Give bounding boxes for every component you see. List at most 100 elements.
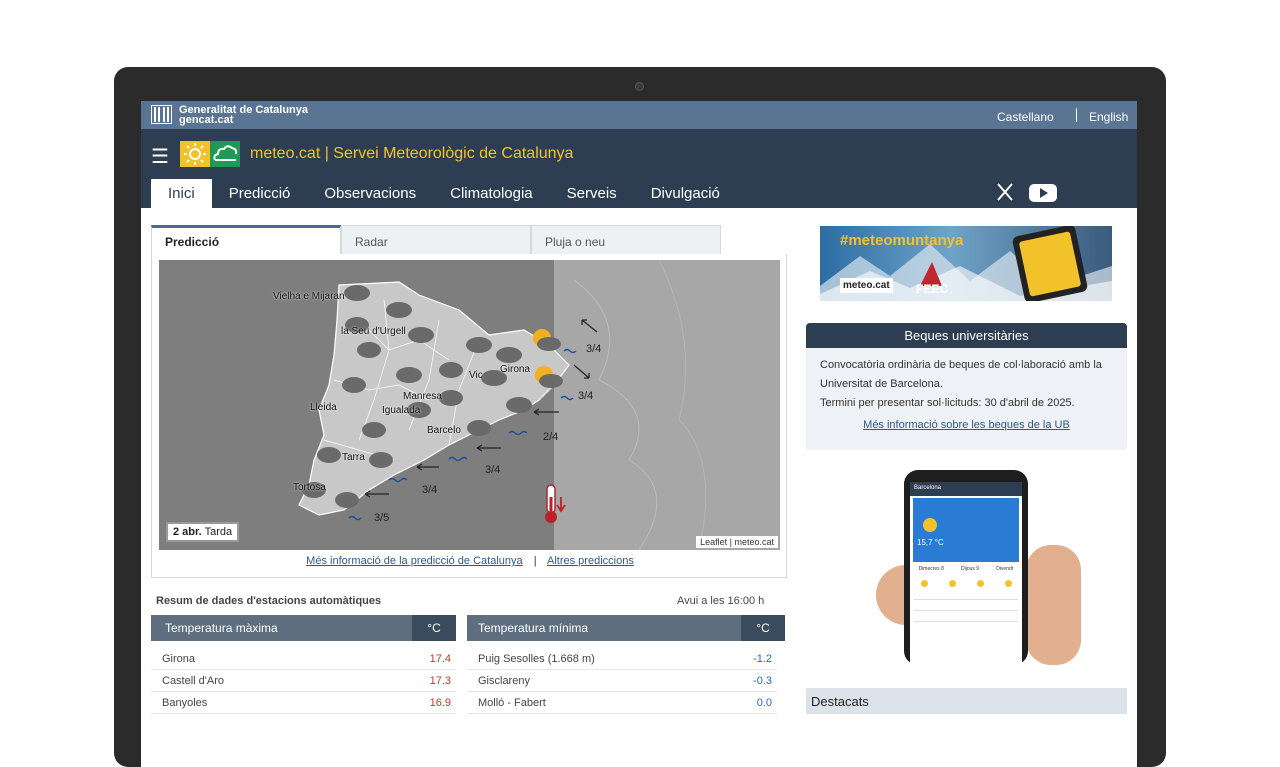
phone-day: Dimecres 8 [918,566,944,572]
phone-hour-icons [910,580,1022,587]
nav-observacions[interactable]: Observacions [307,179,433,208]
nav-inici[interactable]: Inici [151,179,212,208]
station-value: 17.3 [429,675,451,687]
x-icon[interactable] [996,183,1014,201]
station-name: Banyoles [162,697,208,709]
phone-graphic: Barcelona 15,7 °C Dimecres 8 Dijous 9 Di… [904,470,1028,665]
gencat-name[interactable]: Generalitat de Catalunya gencat.cat [179,105,308,126]
max-temp-unit: °C [412,615,456,641]
map-place: Vic [469,370,483,381]
resum-title: Resum de dades d'estacions automàtiques [156,595,382,607]
site-title[interactable]: meteo.cat | Servei Meteorològic de Catal… [250,145,573,163]
banner-feec: FEEC [916,282,949,296]
wave-height-label: 3/4 [485,464,501,476]
altres-prediccions-link[interactable]: Altres prediccions [547,555,634,567]
tab-pluja-o-neu[interactable]: Pluja o neu [531,225,721,254]
station-value: 0.0 [756,697,772,709]
resum-time: Avui a les 16:00 h [677,595,765,607]
map-date-period: Tarda [204,526,233,538]
wave-height-label: 2/4 [543,431,559,443]
beques-text-1: Convocatòria ordinària de beques de col·… [820,359,1102,390]
map-date-day: 2 abr. [173,526,202,538]
max-temp-title: Temperatura màxima [165,621,278,635]
map-place: Girona [500,364,531,375]
lang-separator [1076,108,1077,122]
prediccio-catalunya-link[interactable]: Més informació de la predicció de Catalu… [306,555,522,567]
links-separator: | [533,555,537,567]
map-place: Tortosa [293,482,326,493]
map-place: Barcelo [427,425,461,436]
cloud-logo-icon[interactable] [210,141,240,167]
beques-title: Beques universitàries [806,323,1127,348]
phone-city: Barcelona [910,482,1022,496]
station-name: Castell d'Aro [162,675,225,687]
forecast-map[interactable]: Vielha e Mijaran la Seu d'Urgell Vic Gir… [159,260,780,550]
beques-link[interactable]: Més informació sobre les beques de la UB [806,419,1127,431]
banner-hashtag: #meteomuntanya [840,232,964,249]
forecast-map-panel: Vielha e Mijaran la Seu d'Urgell Vic Gir… [151,254,787,578]
phone-temp: 15,7 °C [917,538,944,547]
max-temp-header: Temperatura màxima °C [151,615,456,641]
map-place: Igualada [382,405,421,416]
station-name: Girona [162,653,196,665]
phone-sun-icon [923,518,937,532]
map-date-control[interactable]: 2 abr. Tarda [166,522,240,542]
nav-prediccio[interactable]: Predicció [212,179,308,208]
table-row[interactable]: Girona 17.4 [151,649,456,670]
forecast-tabs: Predicció Radar Pluja o neu [151,225,721,254]
sun-logo-icon[interactable] [180,141,210,167]
station-value: -1.2 [753,653,772,665]
gencat-bar: Generalitat de Catalunya gencat.cat Cast… [141,101,1137,129]
webcam [635,82,644,91]
beques-text-2: Termini per presentar sol·licituds: 30 d… [820,397,1075,409]
lang-castellano-link[interactable]: Castellano [997,110,1054,124]
table-row[interactable]: Castell d'Aro 17.3 [151,671,456,692]
site-header: ☰ meteo.cat | Servei Meteorològic de Cat… [141,129,1137,208]
phone-day: Dijous 9 [960,566,980,572]
station-value: 16.9 [429,697,451,709]
wave-height-label: 3/4 [422,484,438,496]
map-place: Manresa [403,391,442,402]
phone-days: Dimecres 8 Dijous 9 Divendr [910,566,1022,572]
station-name: Puig Sesolles (1.668 m) [478,653,595,665]
destacats-heading: Destacats [806,688,1127,714]
map-graphic [159,260,780,550]
table-row[interactable]: Puig Sesolles (1.668 m) -1.2 [467,649,777,670]
hand-right-graphic [1026,545,1081,665]
meteomuntanya-banner[interactable]: #meteomuntanya meteo.cat FEEC [820,226,1112,301]
phone-day: Divendr [996,566,1014,572]
map-attribution[interactable]: Leaflet | meteo.cat [696,536,778,548]
wave-height-label: 3/4 [586,343,602,355]
nav-serveis[interactable]: Serveis [550,179,634,208]
map-place: Lleida [310,402,337,413]
wave-height-label: 3/4 [578,390,594,402]
tab-prediccio[interactable]: Predicció [151,225,341,254]
browser-viewport: Generalitat de Catalunya gencat.cat Cast… [141,101,1137,767]
app-promo[interactable]: Barcelona 15,7 °C Dimecres 8 Dijous 9 Di… [876,465,1086,665]
youtube-icon[interactable] [1029,184,1057,202]
min-temp-title: Temperatura mínima [478,621,589,635]
station-value: -0.3 [753,675,772,687]
station-value: 17.4 [429,653,451,665]
laptop-frame: Generalitat de Catalunya gencat.cat Cast… [114,67,1166,767]
gencat-name-line2: gencat.cat [179,114,234,126]
map-place: la Seu d'Urgell [341,326,406,337]
station-name: Gisclareny [478,675,530,687]
table-row[interactable]: Banyoles 16.9 [151,693,456,714]
map-place: Vielha e Mijaran [273,291,345,302]
map-place: Tarra [342,452,365,463]
min-temp-unit: °C [741,615,785,641]
lang-english-link[interactable]: English [1089,110,1128,124]
tab-radar[interactable]: Radar [341,225,531,254]
min-temp-header: Temperatura mínima °C [467,615,785,641]
beques-card: Beques universitàries Convocatòria ordin… [806,323,1127,450]
gencat-logo-icon[interactable] [151,105,172,124]
station-name: Molló - Fabert [478,697,546,709]
menu-icon[interactable]: ☰ [151,144,169,169]
phone-screen: Barcelona 15,7 °C Dimecres 8 Dijous 9 Di… [910,482,1022,665]
table-row[interactable]: Gisclareny -0.3 [467,671,777,692]
nav-climatologia[interactable]: Climatologia [433,179,550,208]
wave-height-label: 3/5 [374,512,390,524]
nav-divulgacio[interactable]: Divulgació [634,179,737,208]
table-row[interactable]: Molló - Fabert 0.0 [467,693,777,714]
